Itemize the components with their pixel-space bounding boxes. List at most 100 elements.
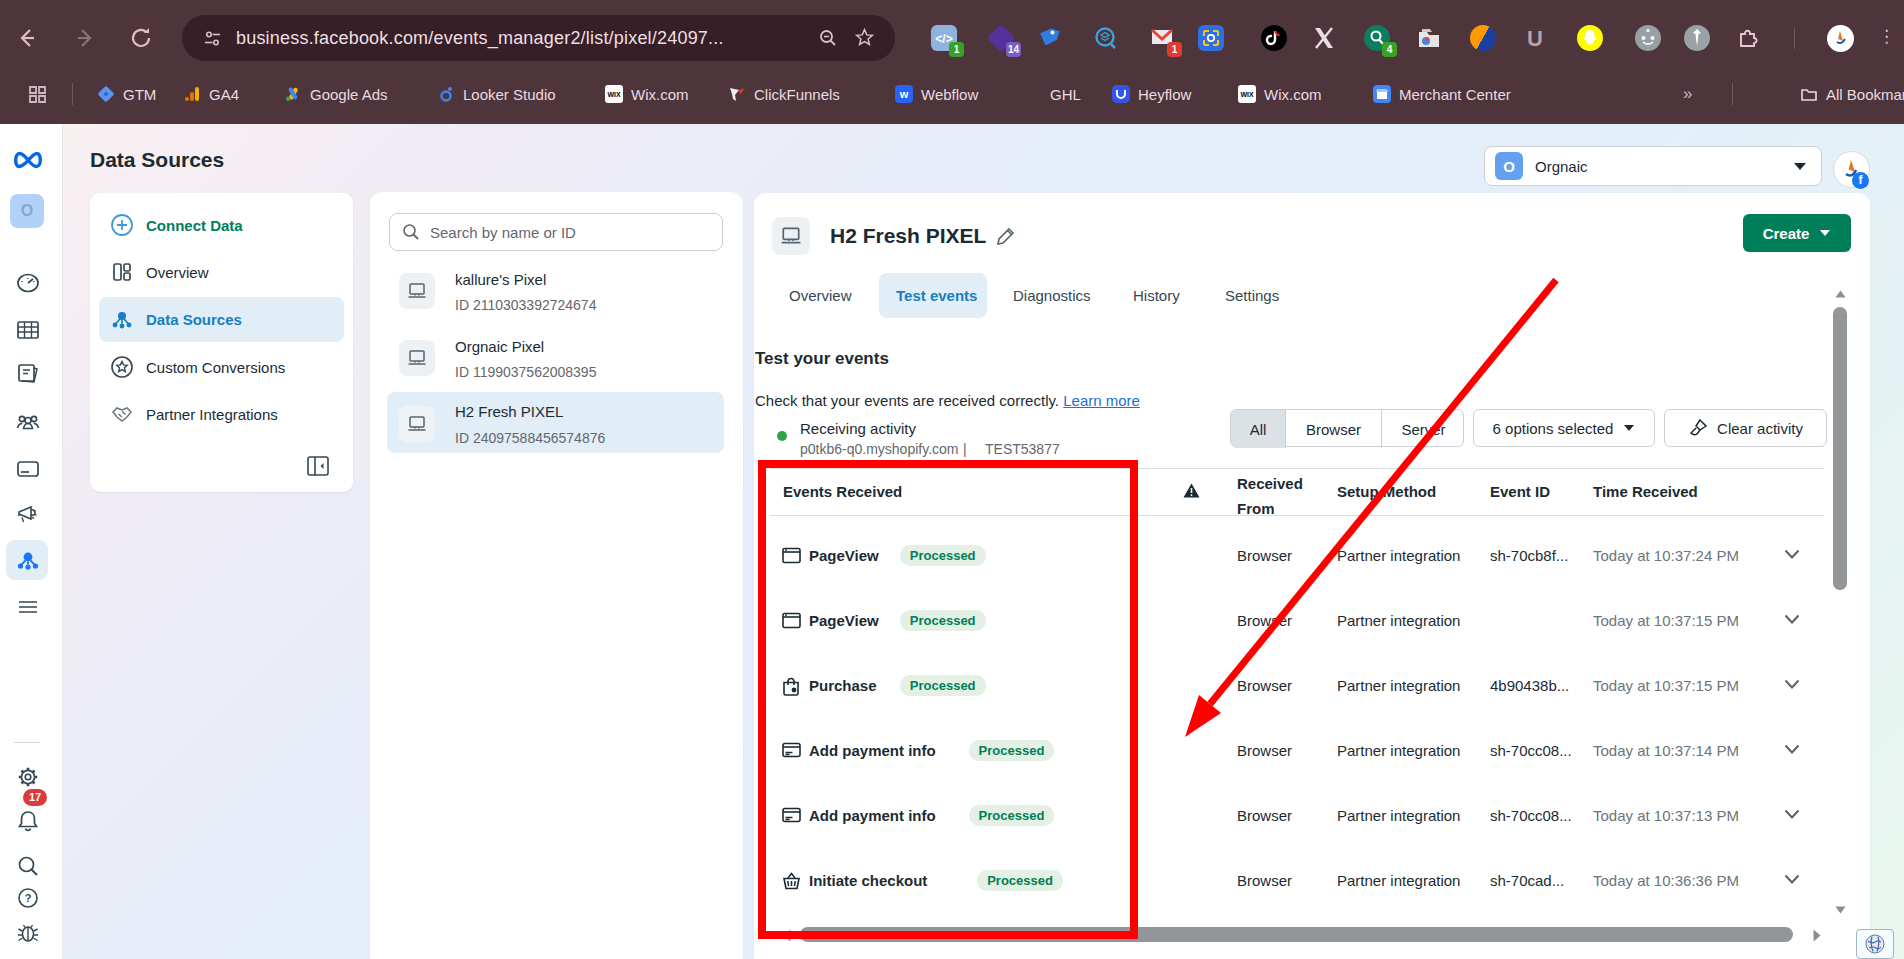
nav-item-partner-integrations[interactable]: Partner Integrations (110, 402, 278, 426)
bookmark-ghl[interactable]: GHL (1050, 82, 1081, 106)
tab-history[interactable]: History (1133, 287, 1180, 304)
sidebar-ads-icon[interactable] (15, 501, 41, 527)
extension-ghl-icon[interactable]: 4 (1364, 25, 1390, 51)
event-row[interactable]: PageView Processed Browser Partner integ… (770, 536, 1824, 576)
extension-reddit-icon[interactable] (1635, 25, 1661, 51)
bookmarks-overflow-chevron[interactable]: » (1683, 84, 1692, 104)
bookmark-clickfunnels[interactable]: ClickFunnels (728, 82, 840, 106)
nav-item-overview[interactable]: Overview (110, 260, 209, 284)
extension-snapchat-icon[interactable] (1577, 25, 1603, 51)
notifications-bell-icon[interactable] (15, 808, 41, 834)
business-avatar[interactable]: O (10, 194, 44, 228)
cell-setup-method: Partner integration (1337, 677, 1460, 694)
tab-settings[interactable]: Settings (1225, 287, 1279, 304)
horizontal-scrollbar-thumb[interactable] (800, 927, 1793, 942)
sidebar-menu-icon[interactable] (15, 594, 41, 620)
learn-more-link[interactable]: Learn more (1063, 392, 1140, 409)
bookmark-heyflow[interactable]: Heyflow (1112, 82, 1191, 106)
row-expand-chevron-icon[interactable] (1784, 614, 1800, 625)
settings-gear-icon[interactable] (15, 764, 41, 790)
sidebar-overview-icon[interactable] (15, 270, 41, 296)
sidebar-search-icon[interactable] (15, 853, 41, 879)
bookmark-wix[interactable]: WIXWix.com (605, 82, 689, 106)
bug-report-icon[interactable] (15, 920, 41, 946)
vertical-scrollbar-thumb[interactable] (1833, 307, 1847, 590)
pixel-search-input[interactable]: Search by name or ID (389, 213, 723, 251)
bookmark-merchant-center[interactable]: Merchant Center (1373, 82, 1511, 106)
extension-lens-icon[interactable] (1093, 25, 1119, 51)
bookmark-star-icon[interactable] (854, 27, 875, 48)
scroll-right-icon[interactable] (1812, 928, 1822, 943)
row-expand-chevron-icon[interactable] (1784, 744, 1800, 755)
warning-column-icon (1183, 483, 1200, 498)
event-row[interactable]: Add payment info Processed Browser Partn… (770, 731, 1824, 771)
extension-tiktok-icon[interactable] (1261, 25, 1287, 51)
cell-time-received: Today at 10:37:15 PM (1593, 612, 1739, 629)
extension-code-icon[interactable]: </>1 (931, 25, 957, 51)
extension-folder-icon[interactable] (1416, 25, 1442, 51)
help-icon[interactable]: ? (15, 885, 41, 911)
event-row[interactable]: PageView Processed Browser Partner integ… (770, 601, 1824, 641)
business-switcher[interactable]: O Orgnaic (1484, 146, 1822, 186)
scroll-down-icon[interactable] (1834, 905, 1847, 915)
bookmark-looker[interactable]: Looker Studio (437, 82, 556, 106)
site-settings-icon[interactable] (203, 29, 222, 48)
forward-icon[interactable] (71, 24, 99, 52)
event-row[interactable]: Initiate checkout Processed Browser Part… (770, 861, 1824, 901)
sidebar-billing-icon[interactable] (15, 456, 41, 482)
extension-x-icon[interactable] (1311, 25, 1337, 51)
extension-mail-icon[interactable]: 1 (1149, 25, 1175, 51)
zoom-icon[interactable] (818, 28, 838, 48)
reload-icon[interactable] (127, 24, 155, 52)
extension-pin-icon[interactable] (1684, 25, 1710, 51)
tab-test-events[interactable]: Test events (896, 287, 977, 304)
url-text[interactable]: business.facebook.com/events_manager2/li… (236, 28, 724, 49)
sidebar-table-icon[interactable] (15, 317, 41, 343)
segment-browser[interactable]: Browser (1285, 410, 1381, 448)
all-bookmarks[interactable]: All Bookmarks (1800, 82, 1904, 106)
bookmark-wix2[interactable]: WIXWix.com (1238, 82, 1322, 106)
extension-diamond-icon[interactable]: 14 (988, 25, 1014, 51)
row-expand-chevron-icon[interactable] (1784, 874, 1800, 885)
sidebar-reports-icon[interactable] (15, 361, 41, 387)
nav-item-connect-data[interactable]: Connect Data (110, 213, 243, 237)
segment-all[interactable]: All (1231, 410, 1285, 448)
event-row[interactable]: Add payment info Processed Browser Partn… (770, 796, 1824, 836)
row-expand-chevron-icon[interactable] (1784, 679, 1800, 690)
extension-tag-icon[interactable] (1035, 25, 1061, 51)
tab-diagnostics[interactable]: Diagnostics (1013, 287, 1091, 304)
row-expand-chevron-icon[interactable] (1784, 809, 1800, 820)
cell-event-id: sh-70cc08... (1490, 742, 1572, 759)
event-row[interactable]: Purchase Processed Browser Partner integ… (770, 666, 1824, 706)
clear-activity-button[interactable]: Clear activity (1664, 409, 1827, 447)
scroll-up-icon[interactable] (1834, 289, 1847, 299)
extension-frame-icon[interactable] (1198, 25, 1224, 51)
sidebar-data-sources-icon[interactable] (15, 547, 41, 573)
profile-avatar[interactable] (1827, 25, 1854, 52)
back-icon[interactable] (13, 24, 41, 52)
chrome-menu-icon[interactable]: ⋮ (1878, 26, 1895, 47)
row-expand-chevron-icon[interactable] (1784, 549, 1800, 560)
svg-text:?: ? (25, 892, 32, 904)
collapse-panel-icon[interactable] (306, 455, 330, 477)
tab-overview[interactable]: Overview (789, 287, 852, 304)
extension-swirl-icon[interactable] (1470, 25, 1496, 51)
extension-u-icon[interactable]: U (1522, 25, 1548, 51)
scroll-left-icon[interactable] (782, 928, 792, 943)
nav-item-custom-conversions[interactable]: Custom Conversions (110, 355, 285, 379)
edit-pencil-icon[interactable] (995, 225, 1017, 247)
apps-grid-icon[interactable] (27, 82, 48, 106)
bookmark-webflow[interactable]: wWebflow (895, 82, 978, 106)
create-button[interactable]: Create (1743, 214, 1851, 252)
meta-logo[interactable] (10, 147, 46, 173)
options-dropdown[interactable]: 6 options selected (1473, 409, 1655, 447)
url-bar[interactable]: business.facebook.com/events_manager2/li… (182, 15, 895, 61)
sidebar-audiences-icon[interactable] (15, 409, 41, 435)
bookmark-gtm[interactable]: GTM (97, 82, 156, 106)
bookmark-ga4[interactable]: GA4 (183, 82, 239, 106)
nav-item-data-sources[interactable]: Data Sources (110, 307, 242, 331)
cell-event-id: sh-70cad... (1490, 872, 1564, 889)
extensions-puzzle-icon[interactable] (1736, 25, 1762, 51)
bookmark-google-ads[interactable]: Google Ads (284, 82, 388, 106)
segment-server[interactable]: Server (1381, 410, 1465, 448)
